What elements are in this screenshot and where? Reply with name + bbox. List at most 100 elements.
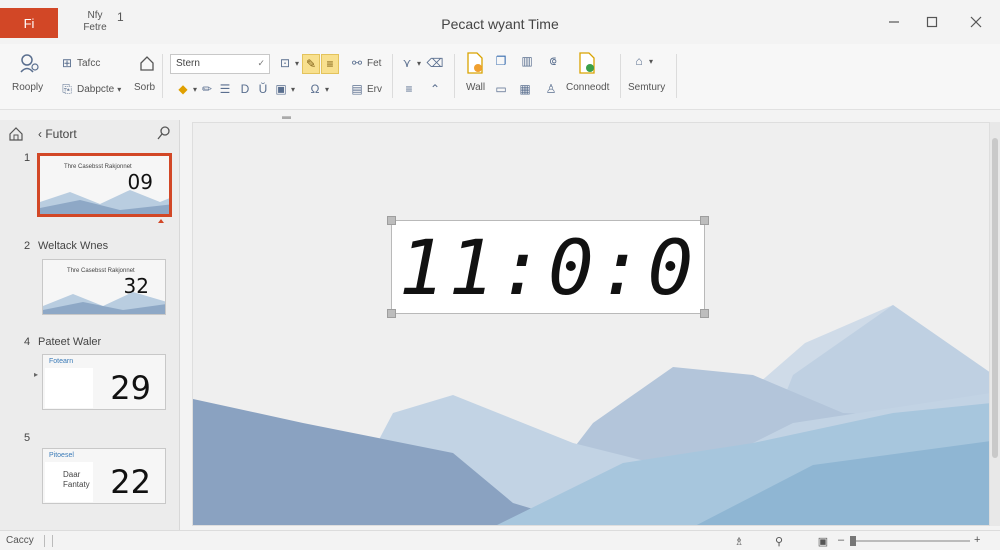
notes-icon: ♗ xyxy=(734,535,744,548)
highlighter-button[interactable]: ✎ xyxy=(302,54,320,74)
clock-display[interactable]: 11:0:0 xyxy=(392,221,704,313)
copy-button[interactable]: ❐ xyxy=(494,54,508,68)
minimize-button[interactable] xyxy=(882,12,906,32)
spacing-button[interactable]: ⋎ ▾ xyxy=(400,56,421,70)
list-button[interactable]: ☰ xyxy=(218,82,232,96)
font-name-input[interactable]: Stern ✓ xyxy=(170,54,270,74)
slide-canvas[interactable]: 11:0:0 xyxy=(192,122,990,526)
format-icon: ⚯ xyxy=(351,56,363,70)
similarity-label: Semtury xyxy=(628,82,666,93)
shape-button[interactable]: Ω ▾ xyxy=(308,82,330,96)
normal-view-button[interactable]: ▣ xyxy=(816,534,830,548)
maximize-button[interactable] xyxy=(920,12,944,32)
scrollbar-thumb[interactable] xyxy=(992,138,998,458)
shape-icon: Ω xyxy=(310,82,320,96)
font-name-value: Stern xyxy=(176,58,200,69)
chevron-down-icon: ▾ xyxy=(417,58,422,68)
fill-icon: ◆ xyxy=(178,82,188,96)
bold-button[interactable]: D xyxy=(238,82,252,96)
connect-label: Conneodt xyxy=(566,82,610,93)
resize-handle[interactable] xyxy=(387,309,396,318)
chevron-down-icon: ▾ xyxy=(291,84,296,94)
zoom-out-button[interactable]: – xyxy=(838,534,844,546)
thumbnail-placeholder: Daar Fantaty xyxy=(45,462,93,502)
paragraph-icon: ≡ xyxy=(405,82,413,96)
thumbnail-pane-header: ‹ Futort xyxy=(0,120,180,148)
ribbon-divider xyxy=(162,54,163,98)
chevron-down-icon: ▾ xyxy=(193,84,198,94)
home-button[interactable] xyxy=(138,54,156,72)
columns-button[interactable]: ▥ xyxy=(520,54,534,68)
slide-thumbnail-2[interactable]: Thre Casebsst Rakjonnet 32 xyxy=(42,259,166,315)
pencil-icon: ✏ xyxy=(201,82,213,96)
title-bar: Fi Nfy Fetre 1 Pecact wyant Time xyxy=(0,0,1000,44)
mountain-graphic xyxy=(40,190,169,214)
clock-text-box[interactable]: 11:0:0 xyxy=(387,216,709,318)
font-color-button[interactable]: ▣ ▾ xyxy=(274,82,295,96)
image-button[interactable]: ▭ xyxy=(494,82,508,96)
link-icon: ⟃ xyxy=(549,53,557,68)
bold-icon: D xyxy=(240,82,250,96)
sort-label: Sorb xyxy=(134,82,156,93)
fet-label: Fet xyxy=(367,57,382,69)
grid-button[interactable]: ▦ xyxy=(518,82,532,96)
active-slide-marker xyxy=(158,219,164,223)
connect-button[interactable]: Conneodt xyxy=(566,82,609,93)
slide-number: 5 xyxy=(24,432,31,444)
align-button[interactable]: ≡ xyxy=(321,54,339,74)
file-menu-button[interactable]: Fi xyxy=(0,8,58,38)
status-bar: Caccy ♗ ⚲ ▣ – + xyxy=(0,530,1000,550)
zoom-slider-handle[interactable] xyxy=(850,536,856,546)
home-icon xyxy=(140,56,154,71)
approve-button[interactable] xyxy=(578,52,596,74)
link-button[interactable]: ⟃ xyxy=(546,54,560,68)
similarity-button[interactable]: Semtury xyxy=(628,82,665,93)
zoom-in-button[interactable]: + xyxy=(974,534,980,546)
house-icon: ⌂ xyxy=(635,54,643,68)
resize-handle[interactable] xyxy=(700,216,709,225)
dabpete-button[interactable]: ⎘ Dabpcte ▾ xyxy=(60,82,121,96)
eraser-button[interactable]: ⌫ xyxy=(427,56,444,70)
back-button[interactable]: ‹ Futort xyxy=(38,127,77,141)
underline-button[interactable]: Ŭ xyxy=(256,82,270,96)
comments-button[interactable]: ⚲ xyxy=(772,534,786,548)
ribbon-grip[interactable]: ▬ xyxy=(282,111,291,121)
copy-icon: ❐ xyxy=(495,54,507,68)
document-icon xyxy=(467,52,483,74)
ribbon-divider xyxy=(676,54,677,98)
draw-button[interactable]: ✏ xyxy=(200,82,214,96)
file-name[interactable]: Nfy Fetre xyxy=(80,10,110,34)
paragraph-button[interactable]: ≡ xyxy=(402,82,416,96)
check-document-icon xyxy=(579,52,595,74)
pin-icon: ⚲ xyxy=(774,535,784,548)
similarity-dropdown[interactable]: ⌂ ▾ xyxy=(632,54,653,68)
clipboard-icon: ⎘ xyxy=(62,81,72,96)
new-document-button[interactable] xyxy=(466,52,484,74)
sort-button[interactable]: Sorb xyxy=(134,82,155,93)
vertical-scrollbar[interactable] xyxy=(990,122,1000,526)
chevron-right-icon: ▸ xyxy=(34,370,39,379)
slide-thumbnail-1[interactable]: Thre Casebsst Rakjonnet 09 xyxy=(37,153,172,217)
status-divider xyxy=(44,535,45,547)
fet-button[interactable]: ⚯ Fet xyxy=(350,56,381,70)
resize-handle[interactable] xyxy=(387,216,396,225)
app-label: Fi xyxy=(23,15,35,31)
slide-thumbnail-4[interactable]: Fotearn 29 xyxy=(42,354,166,410)
reply-label: Rooply xyxy=(12,82,44,93)
zoom-slider[interactable] xyxy=(852,540,970,542)
search-icon[interactable] xyxy=(156,125,172,141)
text-box-icon: ⊡ xyxy=(279,56,291,70)
user-button[interactable]: ♙ xyxy=(544,82,558,96)
notes-button[interactable]: ♗ xyxy=(732,534,746,548)
wall-button[interactable]: Wall xyxy=(466,82,485,93)
erv-button[interactable]: ▤ Erv xyxy=(350,82,382,96)
close-button[interactable] xyxy=(964,12,988,32)
home-icon[interactable] xyxy=(8,126,24,142)
table-button[interactable]: ⊞ Tafcc xyxy=(60,56,100,70)
reply-button[interactable] xyxy=(18,52,40,74)
slide-thumbnail-5[interactable]: Pitoesel Daar Fantaty 22 xyxy=(42,448,166,504)
resize-handle[interactable] xyxy=(700,309,709,318)
text-box-button[interactable]: ⊡ ▾ xyxy=(278,56,299,70)
fill-color-button[interactable]: ◆ ▾ xyxy=(176,82,197,96)
collapse-button[interactable]: ⌃ xyxy=(428,82,442,96)
